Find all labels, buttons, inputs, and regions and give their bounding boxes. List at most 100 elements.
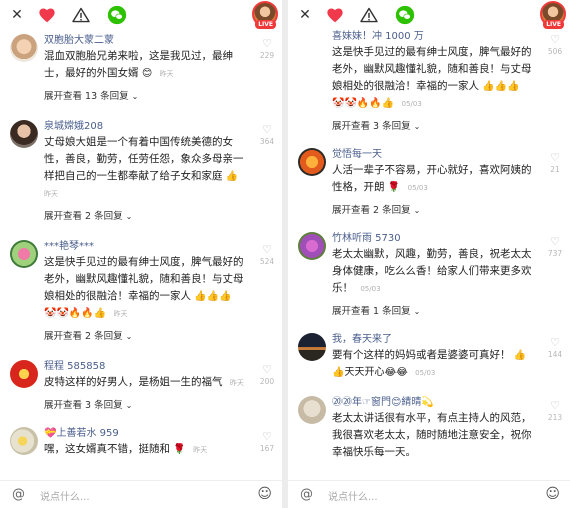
commenter-name[interactable]: 程程 585858 (44, 360, 252, 374)
rose-emoji: 🌹 (173, 444, 186, 455)
comment-text: 老太太讲话很有水平，有点主持人的风范， 我很喜欢老太太，随时随地注意安全，祝你 … (332, 412, 532, 458)
like-count: 167 (259, 444, 275, 453)
like-button[interactable]: ♡ 213 (544, 399, 566, 424)
avatar[interactable] (10, 34, 38, 62)
emoji-row: 🤡🤡🔥🔥👍 (44, 308, 107, 319)
warning-icon[interactable] (358, 4, 380, 26)
avatar[interactable] (298, 148, 326, 176)
comment-item: 我，春天来了 要有个这样的妈妈或者是婆婆可真好！ 👍 👍天天开心😂😂 05/03… (288, 333, 570, 382)
heart-outline-icon: ♡ (262, 363, 272, 376)
close-icon[interactable]: ✕ (294, 4, 316, 26)
commenter-name[interactable]: 喜妹妹！冲 1000 万 (332, 30, 540, 44)
expand-replies-button[interactable]: 展开查看 13 条回复 ⌄ (44, 90, 252, 104)
like-count: 213 (547, 413, 563, 422)
avatar[interactable] (10, 240, 38, 268)
commenter-name[interactable]: 泉城嫦娥208 (44, 120, 252, 134)
at-mention-icon[interactable]: @ (12, 487, 25, 502)
expand-replies-button[interactable]: 展开查看 2 条回复 ⌄ (332, 204, 540, 218)
comment-text: 嘿，这女婿真不错，挺随和 🌹 昨天 (44, 443, 208, 455)
wechat-icon[interactable] (394, 4, 416, 26)
like-button[interactable]: ♡ 200 (256, 363, 278, 388)
like-count: 364 (259, 137, 275, 146)
avatar[interactable] (10, 427, 38, 455)
chevron-down-icon: ⌄ (413, 206, 421, 215)
like-button[interactable]: ♡ 229 (256, 37, 278, 62)
close-icon[interactable]: ✕ (6, 4, 28, 26)
comment-input[interactable]: 说点什么... (328, 488, 378, 503)
comment-item: 程程 585858 皮特这样的好男人，是杨姐一生的福气 昨天 展开查看 3 条回… (0, 360, 282, 413)
thumbs-up-emoji: 👍👍👍 (482, 81, 520, 92)
comment-time: 昨天 (193, 446, 208, 454)
thumbs-up-emoji: 👍👍👍 (194, 291, 232, 302)
comment-time: 昨天 (159, 70, 174, 78)
commenter-name[interactable]: 竹林听雨 5730 (332, 232, 540, 246)
heart-outline-icon: ♡ (262, 430, 272, 443)
avatar[interactable] (10, 120, 38, 148)
like-count: 144 (547, 350, 563, 359)
emoji-row: 👍天天开心😂😂 (332, 367, 408, 378)
heart-icon[interactable] (36, 4, 58, 26)
live-badge: LIVE (543, 20, 564, 29)
comment-input[interactable]: 说点什么... (40, 488, 90, 503)
commenter-name[interactable]: 我，春天来了 (332, 333, 540, 347)
heart-outline-icon: ♡ (550, 399, 560, 412)
heart-icon[interactable] (324, 4, 346, 26)
wechat-icon[interactable] (106, 4, 128, 26)
warning-icon[interactable] (70, 4, 92, 26)
like-count: 200 (259, 377, 275, 386)
commenter-name[interactable]: 觉悟每一天 (332, 148, 540, 162)
expand-replies-button[interactable]: 展开查看 3 条回复 ⌄ (44, 399, 252, 413)
comment-feed[interactable]: 喜妹妹！冲 1000 万 这是快手见过的最有绅士风度，脾气最好的 老外，幽默风趣… (288, 30, 570, 480)
heart-outline-icon: ♡ (550, 235, 560, 248)
avatar[interactable] (10, 360, 38, 388)
expand-replies-button[interactable]: 展开查看 2 条回复 ⌄ (44, 210, 252, 224)
chevron-down-icon: ⌄ (413, 122, 421, 131)
comment-feed[interactable]: 双胞胎大蒙二蒙 混血双胞胎兄弟来啦，这是我见过，最绅 士，最好的外国女婿 😊 昨… (0, 30, 282, 480)
comment-text: 老太太幽默，风趣，勤劳，善良，祝老太太 身体健康，吃么么香！给家人们带来更多欢 … (332, 248, 532, 294)
top-bar: ✕ LIVE (0, 0, 282, 30)
rose-emoji: 🌹 (387, 182, 401, 193)
expand-replies-button[interactable]: 展开查看 1 条回复 ⌄ (332, 305, 540, 319)
like-button[interactable]: ♡ 737 (544, 235, 566, 260)
like-button[interactable]: ♡ 524 (256, 243, 278, 268)
comment-time: 昨天 (44, 190, 58, 198)
like-count: 229 (259, 51, 275, 60)
at-mention-icon[interactable]: @ (300, 487, 313, 502)
comment-text: 要有个这样的妈妈或者是婆婆可真好！ 👍 👍天天开心😂😂 05/03 (332, 349, 527, 378)
comment-text: 皮特这样的好男人，是杨姐一生的福气 昨天 (44, 376, 244, 388)
like-button[interactable]: ♡ 167 (256, 430, 278, 455)
emoji-picker-icon[interactable]: ☺ (257, 486, 272, 502)
like-button[interactable]: ♡ 506 (544, 33, 566, 58)
emoji-picker-icon[interactable]: ☺ (545, 486, 560, 502)
comment-text: 丈母娘大姐是一个有着中国传统美德的女 性，善良，勤劳，任劳任怨，象众多母亲一 样… (44, 136, 244, 198)
comment-item: 双胞胎大蒙二蒙 混血双胞胎兄弟来啦，这是我见过，最绅 士，最好的外国女婿 😊 昨… (0, 34, 282, 104)
like-count: 524 (259, 257, 275, 266)
commenter-name[interactable]: 双胞胎大蒙二蒙 (44, 34, 252, 48)
avatar[interactable] (298, 396, 326, 424)
like-button[interactable]: ♡ 364 (256, 123, 278, 148)
heart-outline-icon: ♡ (550, 151, 560, 164)
commenter-name[interactable]: ***艳琴*** (44, 240, 252, 254)
like-count: 737 (547, 249, 563, 258)
comment-text: 这是快手见过的最有绅士风度，脾气最好的 老外，幽默风趣懂礼貌，随和善良！与丈母 … (44, 256, 244, 319)
expand-replies-button[interactable]: 展开查看 3 条回复 ⌄ (332, 120, 540, 134)
chevron-down-icon: ⌄ (125, 401, 133, 410)
expand-replies-button[interactable]: 展开查看 2 条回复 ⌄ (44, 330, 252, 344)
avatar[interactable] (298, 232, 326, 260)
comment-item: 泉城嫦娥208 丈母娘大姐是一个有着中国传统美德的女 性，善良，勤劳，任劳任怨，… (0, 120, 282, 224)
comment-time: 05/03 (360, 285, 381, 293)
comment-time: 昨天 (113, 310, 128, 318)
like-button[interactable]: ♡ 144 (544, 336, 566, 361)
like-button[interactable]: ♡ 21 (544, 151, 566, 176)
comment-time: 05/03 (415, 369, 436, 377)
avatar[interactable] (298, 333, 326, 361)
left-panel: ✕ LIVE 双胞胎大蒙二蒙 混血双胞胎兄弟来啦，这是我见过，最绅 士，最好的外… (0, 0, 282, 508)
comment-item: 竹林听雨 5730 老太太幽默，风趣，勤劳，善良，祝老太太 身体健康，吃么么香！… (288, 232, 570, 319)
like-count: 21 (550, 165, 560, 174)
comment-input-bar: @ 说点什么... ☺ (0, 480, 282, 508)
comment-item: 觉悟每一天 人活一辈子不容易，开心就好，喜欢阿姨的 性格，开朗 🌹 05/03 … (288, 148, 570, 218)
comment-input-bar: @ 说点什么... ☺ (288, 480, 570, 508)
chevron-down-icon: ⌄ (125, 332, 133, 341)
commenter-name[interactable]: ⑳⑳年☞窗門😊綪晴💫 (332, 396, 540, 410)
commenter-name[interactable]: 💝上善若水 959 (44, 427, 252, 441)
